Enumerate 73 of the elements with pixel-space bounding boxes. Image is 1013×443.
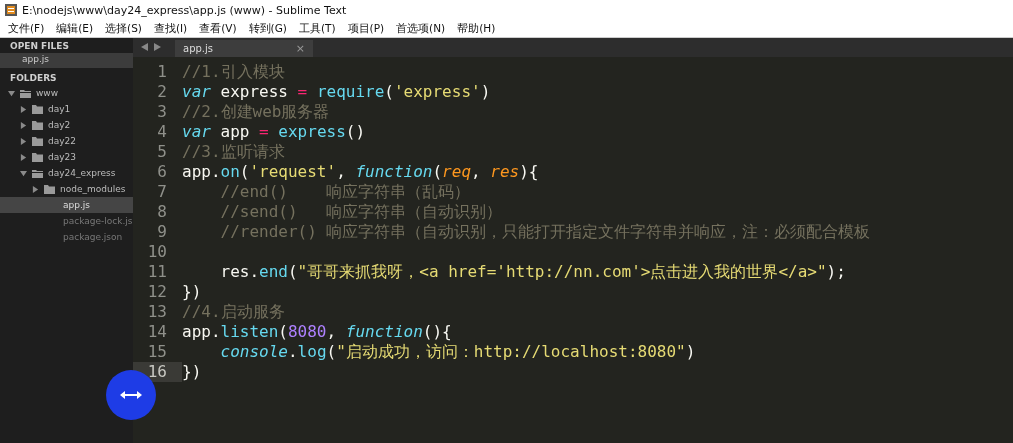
disclosure-triangle-icon[interactable]: [8, 89, 15, 97]
menu-item[interactable]: 工具(T): [298, 21, 336, 36]
menu-item[interactable]: 文件(F): [8, 21, 45, 36]
folder-label[interactable]: day23: [48, 152, 76, 162]
folder-icon: [44, 184, 55, 194]
code-line: }): [182, 282, 202, 302]
tab-scroll-right-icon[interactable]: [154, 43, 161, 51]
line-number: 9: [156, 222, 168, 242]
line-number: 15: [146, 342, 168, 362]
line-number: 4: [156, 122, 168, 142]
folder-icon: [20, 88, 31, 98]
disclosure-triangle-icon[interactable]: [20, 137, 27, 145]
line-number: 12: [146, 282, 168, 302]
code-line: //render() 响应字符串（自动识别，只能打开指定文件字符串并响应，注：必须配合模板: [219, 222, 871, 242]
folder-icon: [32, 104, 43, 114]
folder-label[interactable]: day22: [48, 136, 76, 146]
menu-item[interactable]: 转到(G): [248, 21, 287, 36]
code-line: //4.启动服务: [182, 302, 285, 322]
code-line: //2.创建web服务器: [182, 102, 330, 122]
folder-label[interactable]: day24_express: [48, 168, 116, 178]
line-number: 2: [156, 82, 168, 102]
line-number: 10: [146, 242, 168, 262]
code-line: //end() 响应字符串（乱码）: [219, 182, 471, 202]
file-item[interactable]: package-lock.js: [0, 213, 133, 229]
code-line: app.listen(8080, function(){: [182, 322, 452, 342]
code-line: app.on('request', function(req, res){: [182, 162, 539, 182]
folder-label[interactable]: www: [36, 88, 59, 98]
folder-icon: [32, 120, 43, 130]
code-line: //3.监听请求: [182, 142, 285, 162]
line-number: 8: [156, 202, 168, 222]
code-line: res.end("哥哥来抓我呀，<a href='http://nn.com'>点击进入我的世界</a>");: [219, 262, 846, 282]
line-number: 7: [156, 182, 168, 202]
menu-item[interactable]: 项目(P): [347, 21, 385, 36]
folder-label[interactable]: node_modules: [60, 184, 126, 194]
menu-item[interactable]: 查找(I): [153, 21, 188, 36]
folder-icon: [32, 136, 43, 146]
menu-item[interactable]: 帮助(H): [457, 21, 496, 36]
line-number: 3: [156, 102, 168, 122]
code-line: //1.引入模块: [182, 62, 285, 82]
window-title: E:\nodejs\www\day24_express\app.js (www) - Sublime Text: [22, 3, 347, 17]
disclosure-triangle-icon[interactable]: [20, 153, 27, 161]
tab-scroll-left-icon[interactable]: [141, 43, 148, 51]
file-item[interactable]: app.js: [0, 197, 133, 213]
line-number: 6: [156, 162, 168, 182]
folder-icon: [32, 168, 43, 178]
disclosure-triangle-icon[interactable]: [20, 121, 27, 129]
code-line: }): [182, 362, 202, 382]
disclosure-triangle-icon[interactable]: [20, 105, 27, 113]
disclosure-triangle-icon[interactable]: [20, 169, 27, 177]
code-line: var app = express(): [182, 122, 366, 142]
close-tab-button[interactable]: ×: [295, 42, 305, 55]
line-number: 5: [156, 142, 168, 162]
app-logo-icon: [5, 4, 17, 16]
file-tab[interactable]: app.js ×: [175, 40, 313, 57]
folder-icon: [32, 152, 43, 162]
sidebar-heading: FOLDERS: [9, 72, 58, 85]
open-file-item[interactable]: app.js: [0, 53, 133, 68]
line-number: 1: [156, 62, 168, 82]
line-number: 11: [146, 262, 168, 282]
code-line: //send() 响应字符串（自动识别）: [219, 202, 503, 222]
menu-item[interactable]: 选择(S): [105, 21, 142, 36]
code-line: console.log("启动成功，访问：http://localhost:8080"): [219, 342, 696, 362]
menu-item[interactable]: 首选项(N): [396, 21, 446, 36]
line-number: 14: [146, 322, 168, 342]
sidebar-heading: OPEN FILES: [9, 40, 70, 53]
line-number: 13: [146, 302, 168, 322]
file-item[interactable]: package.json: [0, 229, 133, 245]
disclosure-triangle-icon[interactable]: [32, 185, 39, 193]
menu-item[interactable]: 编辑(E): [56, 21, 94, 36]
folder-label[interactable]: day1: [48, 104, 71, 114]
menu-item[interactable]: 查看(V): [199, 21, 237, 36]
code-line: var express = require('express'): [182, 82, 491, 102]
folder-label[interactable]: day2: [48, 120, 71, 130]
